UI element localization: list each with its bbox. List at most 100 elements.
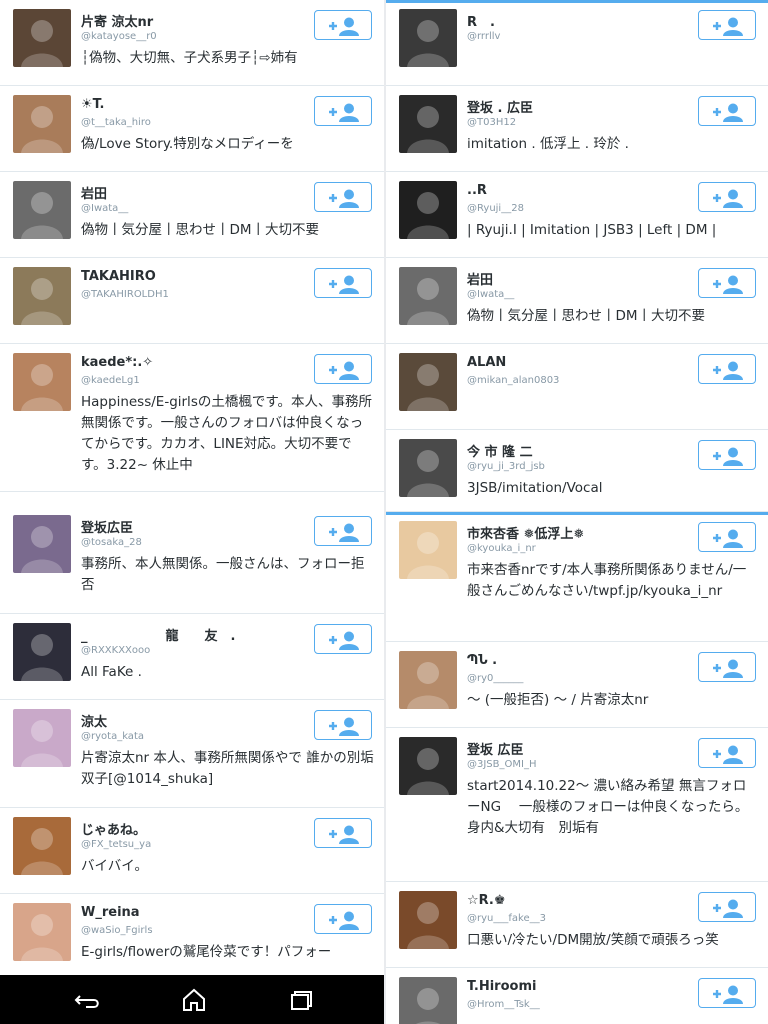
user-row[interactable]: 今 市 隆 二 @ryu_ji_3rd_jsb 3JSB/imitation/Voc…	[386, 430, 768, 512]
avatar[interactable]	[399, 353, 457, 411]
user-row[interactable]: W_reina @waSio_Fgirls E-girls/flowerの鷲尾伶菜で…	[0, 894, 384, 975]
back-icon	[74, 995, 99, 1008]
follow-button[interactable]	[314, 354, 372, 384]
user-bio: 口悪い/冷たい/DM開放/笑顔で頑張ろっ笑	[467, 932, 719, 948]
user-handle: @waSio_Fgirls	[81, 925, 153, 936]
user-row[interactable]: kaede*:.✧ @kaedeLg1 Happiness/E-girlsの土橋楓で…	[0, 344, 384, 492]
user-display-name: ☆R.♚	[467, 893, 506, 908]
avatar[interactable]	[13, 709, 71, 767]
user-handle: @tosaka_28	[81, 537, 142, 548]
back-button[interactable]	[68, 985, 108, 1015]
follow-button[interactable]	[698, 268, 756, 298]
avatar[interactable]	[399, 521, 457, 579]
user-display-name: じゃあね。	[81, 823, 147, 838]
user-display-name: ՊՆ .	[467, 653, 498, 668]
user-row[interactable]: 片寄 涼太nr @katayose__r0 ┆偽物、大切無、子犬系男子┆⇨姉有	[0, 0, 384, 86]
follow-button[interactable]	[314, 516, 372, 546]
user-row[interactable]: _ 龍 友 . @RXXKXXooo All FaKe .	[0, 614, 384, 700]
follow-button[interactable]	[314, 710, 372, 740]
avatar[interactable]	[13, 623, 71, 681]
user-row[interactable]: 岩田 @Iwata__ 偽物丨気分屋丨思わせ丨DM丨大切不要	[386, 258, 768, 344]
follow-button[interactable]	[698, 440, 756, 470]
user-display-name: 片寄 涼太nr	[81, 15, 154, 30]
recents-button[interactable]	[280, 985, 320, 1015]
avatar[interactable]	[13, 353, 71, 411]
avatar[interactable]	[399, 181, 457, 239]
user-row[interactable]: 涼太 @ryota_kata 片寄涼太nr 本人、事務所無関係やで 誰かの別垢 双子…	[0, 700, 384, 808]
user-display-name: 登坂広臣	[81, 521, 134, 536]
home-button[interactable]	[174, 985, 214, 1015]
follow-button[interactable]	[314, 818, 372, 848]
user-row[interactable]: 登坂広臣 @tosaka_28 事務所、本人無関係。一般さんは、フォロー拒否	[0, 506, 384, 614]
user-bio: 市来杏香nrです/本人事務所関係ありません/一般さんごめんなさい/twpf.jp…	[467, 562, 747, 599]
user-row[interactable]: ☆R.♚ @ryu___fake__3 口悪い/冷たい/DM開放/笑顔で頑張ろっ笑	[386, 882, 768, 968]
panel-bottom-left: 登坂広臣 @tosaka_28 事務所、本人無関係。一般さんは、フォロー拒否 _ 龍 …	[0, 506, 384, 975]
avatar[interactable]	[399, 9, 457, 67]
user-row[interactable]: ..R @Ryuji__28 | Ryuji.I | Imitation | JSB…	[386, 172, 768, 258]
user-row[interactable]: ՊՆ . @ry0______ 〜 (一般拒否) 〜 / 片寄涼太nr	[386, 642, 768, 728]
user-bio: 偽物丨気分屋丨思わせ丨DM丨大切不要	[467, 308, 706, 324]
user-row[interactable]: 登坂 . 広臣 @T03H12 imitation . 低浮上 . 玲於 .	[386, 86, 768, 172]
user-handle: @Hrom__Tsk__	[467, 999, 540, 1010]
recents-icon	[291, 991, 312, 1010]
avatar[interactable]	[13, 817, 71, 875]
user-bio: All FaKe .	[81, 664, 142, 680]
follow-button[interactable]	[314, 904, 372, 934]
user-row[interactable]: 市來杏香 ❅低浮上❅ @kyouka_i_nr 市来杏香nrです/本人事務所関係あり…	[386, 512, 768, 642]
user-handle: @t__taka_hiro	[81, 117, 151, 128]
user-handle: @Ryuji__28	[467, 203, 524, 214]
avatar[interactable]	[399, 95, 457, 153]
follow-button[interactable]	[314, 268, 372, 298]
user-row[interactable]: TAKAHIRO @TAKAHIROLDH1	[0, 258, 384, 344]
follow-button[interactable]	[698, 182, 756, 212]
follow-button[interactable]	[698, 354, 756, 384]
follow-button[interactable]	[698, 978, 756, 1008]
avatar[interactable]	[13, 95, 71, 153]
user-row[interactable]: ☀T. @t__taka_hiro 偽/Love Story.特別なメロディーを	[0, 86, 384, 172]
user-row[interactable]: R . @rrrllv	[386, 0, 768, 86]
user-row[interactable]: ALAN @mikan_alan0803	[386, 344, 768, 430]
user-handle: @ryota_kata	[81, 731, 144, 742]
follow-button[interactable]	[698, 652, 756, 682]
avatar[interactable]	[399, 439, 457, 497]
user-bio: ┆偽物、大切無、子犬系男子┆⇨姉有	[81, 50, 298, 66]
follow-button[interactable]	[314, 96, 372, 126]
user-bio: 3JSB/imitation/Vocal	[467, 480, 603, 496]
user-handle: @ryu_ji_3rd_jsb	[467, 461, 545, 472]
avatar[interactable]	[399, 651, 457, 709]
follow-button[interactable]	[314, 10, 372, 40]
user-row[interactable]: T.Hiroomi @Hrom__Tsk__	[386, 968, 768, 1024]
avatar[interactable]	[399, 891, 457, 949]
follow-button[interactable]	[698, 892, 756, 922]
avatar[interactable]	[13, 181, 71, 239]
home-icon	[183, 988, 205, 1011]
user-display-name: _ 龍 友 .	[81, 629, 236, 644]
user-display-name: R .	[467, 15, 495, 30]
follow-button[interactable]	[314, 624, 372, 654]
avatar[interactable]	[13, 267, 71, 325]
panel-bottom-right: 市來杏香 ❅低浮上❅ @kyouka_i_nr 市来杏香nrです/本人事務所関係あり…	[386, 512, 768, 1024]
avatar[interactable]	[399, 737, 457, 795]
user-display-name: ALAN	[467, 355, 507, 370]
user-row[interactable]: じゃあね。 @FX_tetsu_ya バイバイ。	[0, 808, 384, 894]
follow-button[interactable]	[314, 182, 372, 212]
follow-button[interactable]	[698, 96, 756, 126]
user-handle: @ryu___fake__3	[467, 913, 546, 924]
avatar[interactable]	[13, 9, 71, 67]
follow-button[interactable]	[698, 522, 756, 552]
user-row[interactable]: 岩田 @Iwata__ 偽物丨気分屋丨思わせ丨DM丨大切不要	[0, 172, 384, 258]
screenshot-collage: 片寄 涼太nr @katayose__r0 ┆偽物、大切無、子犬系男子┆⇨姉有 ☀T.…	[0, 0, 768, 1024]
top-accent-bar	[386, 0, 768, 3]
follow-button[interactable]	[698, 738, 756, 768]
avatar[interactable]	[13, 515, 71, 573]
avatar[interactable]	[13, 903, 71, 961]
follow-button[interactable]	[698, 10, 756, 40]
user-handle: @kaedeLg1	[81, 375, 140, 386]
user-row[interactable]: 登坂 広臣 @3JSB_OMI_H start2014.10.22〜 濃い絡み希望 …	[386, 728, 768, 882]
user-handle: @RXXKXXooo	[81, 645, 151, 656]
user-handle: @katayose__r0	[81, 31, 157, 42]
divider-accent-bar	[386, 512, 768, 515]
user-display-name: W_reina	[81, 905, 140, 920]
avatar[interactable]	[399, 267, 457, 325]
avatar[interactable]	[399, 977, 457, 1024]
